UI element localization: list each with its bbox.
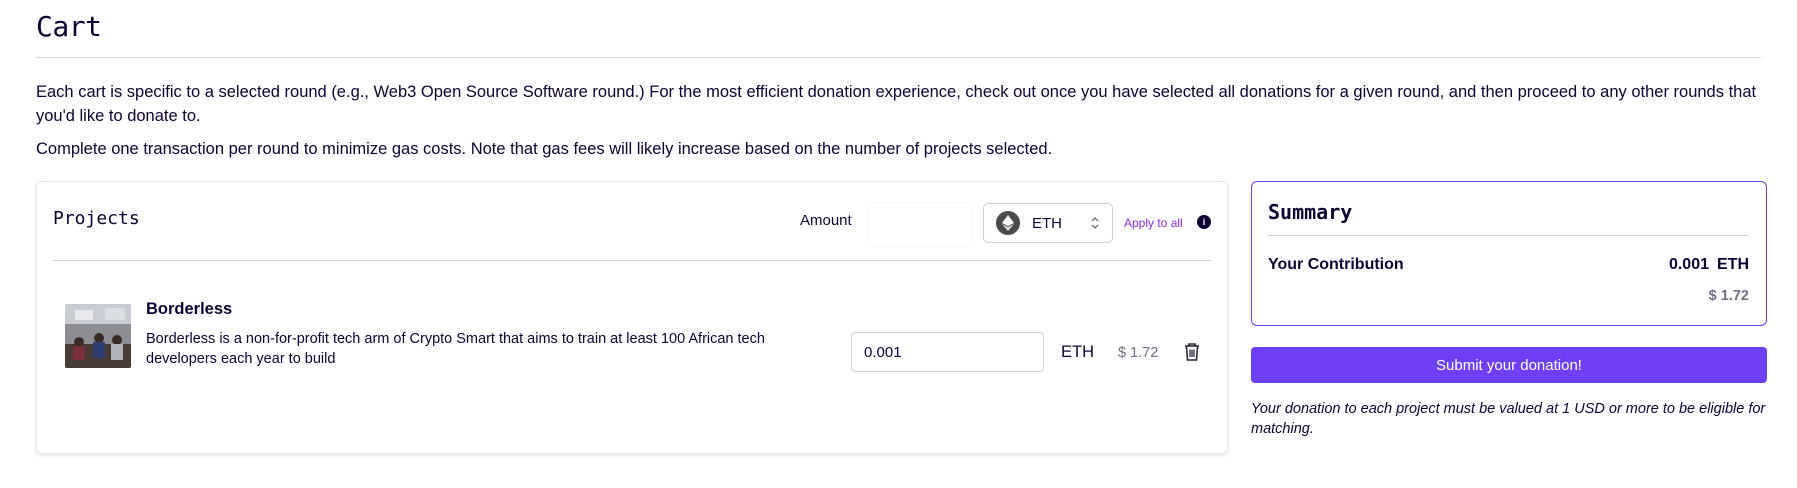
project-token: ETH: [1061, 343, 1094, 361]
chevron-up-down-icon: [1090, 215, 1100, 236]
token-select[interactable]: ETH: [983, 203, 1113, 243]
project-name[interactable]: Borderless: [146, 300, 232, 319]
page-title: Cart: [36, 10, 102, 43]
amount-label: Amount: [800, 212, 852, 229]
contribution-value: 0.001 ETH: [1669, 256, 1749, 274]
ethereum-icon: [996, 211, 1020, 235]
title-divider: [36, 57, 1761, 58]
projects-title: Projects: [53, 208, 140, 229]
projects-card: Projects Amount ETH Apply to all i Borde…: [36, 181, 1228, 454]
project-amount-input[interactable]: [851, 332, 1044, 372]
summary-divider: [1268, 235, 1749, 236]
cart-page: Cart Each cart is specific to a selected…: [0, 0, 1797, 488]
apply-all-amount-input[interactable]: [870, 204, 970, 246]
intro-paragraph: Each cart is specific to a selected roun…: [36, 83, 1757, 125]
token-select-label: ETH: [1032, 214, 1062, 232]
contribution-label: Your Contribution: [1268, 256, 1404, 273]
project-thumbnail: [65, 304, 131, 368]
summary-title: Summary: [1268, 200, 1353, 224]
contribution-usd: $ 1.72: [1708, 288, 1749, 304]
trash-icon[interactable]: [1183, 342, 1201, 367]
projects-divider: [53, 260, 1211, 261]
contribution-token: ETH: [1717, 256, 1749, 273]
matching-note: Your donation to each project must be va…: [1251, 401, 1766, 437]
summary-card: Summary Your Contribution 0.001 ETH $ 1.7…: [1251, 181, 1767, 326]
apply-to-all-link[interactable]: Apply to all: [1124, 216, 1183, 230]
info-icon[interactable]: i: [1197, 215, 1211, 229]
project-usd-value: $ 1.72: [1118, 345, 1159, 361]
submit-donation-button[interactable]: Submit your donation!: [1251, 347, 1767, 383]
contribution-amount: 0.001: [1668, 256, 1709, 273]
gas-note-paragraph: Complete one transaction per round to mi…: [36, 140, 1053, 158]
project-description: Borderless is a non-for-profit tech arm …: [146, 331, 765, 367]
